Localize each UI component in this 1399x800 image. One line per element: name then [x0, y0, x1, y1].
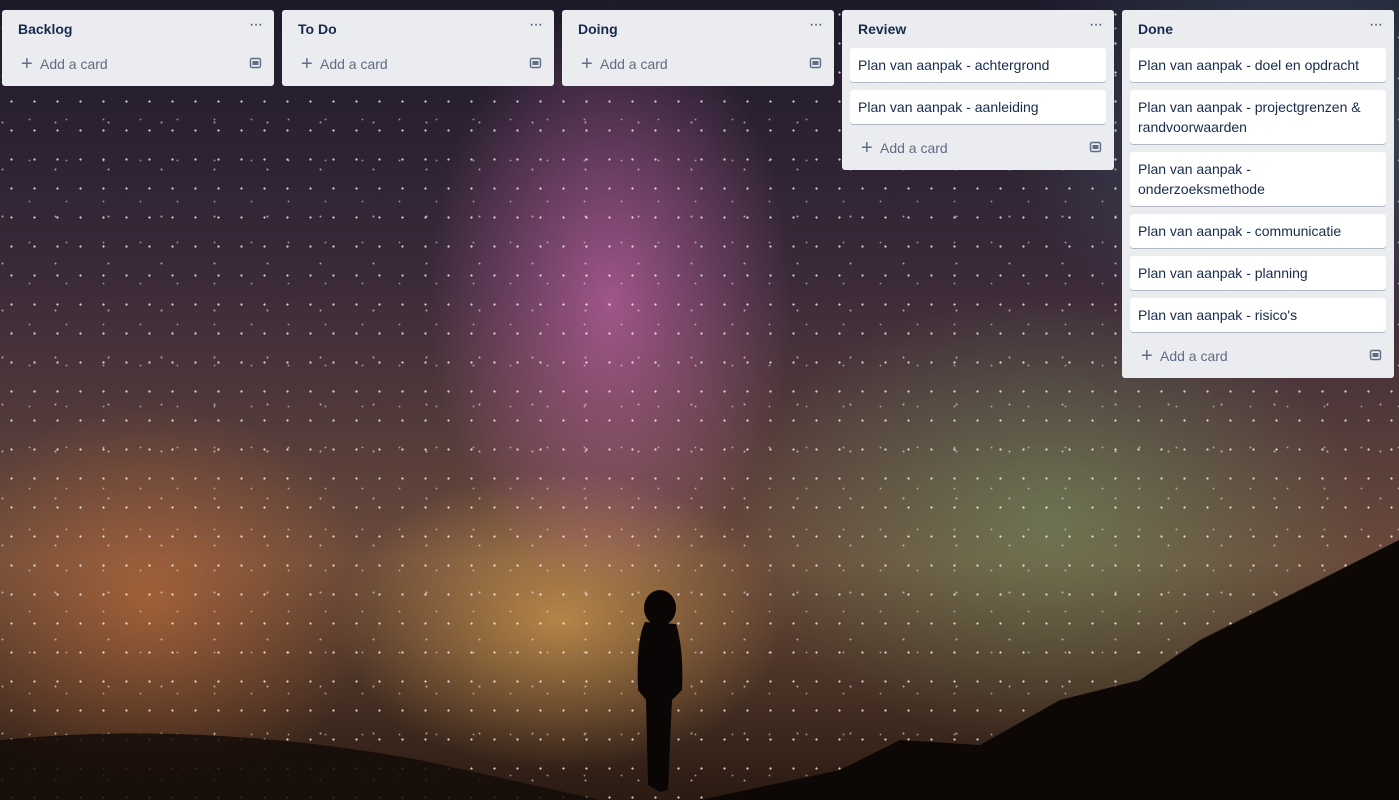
add-card-button[interactable]: + Add a card — [1130, 340, 1386, 378]
list-review: Review ··· Plan van aanpak - achtergrond… — [842, 10, 1114, 170]
list-header: Review ··· — [850, 10, 1106, 48]
card[interactable]: Plan van aanpak - achtergrond — [850, 48, 1106, 82]
list-done: Done ··· Plan van aanpak - doel en opdra… — [1122, 10, 1394, 378]
list-header: Doing ··· — [570, 10, 826, 48]
card[interactable]: Plan van aanpak - doel en opdracht — [1130, 48, 1386, 82]
ellipsis-icon[interactable]: ··· — [1369, 16, 1383, 34]
card-template-icon[interactable] — [528, 56, 542, 70]
add-card-label: Add a card — [600, 56, 668, 72]
card[interactable]: Plan van aanpak - planning — [1130, 256, 1386, 290]
list-title[interactable]: Done — [1138, 21, 1173, 37]
card-template-icon[interactable] — [808, 56, 822, 70]
list-title[interactable]: To Do — [298, 21, 337, 37]
plus-icon: + — [301, 53, 313, 75]
plus-icon: + — [21, 53, 33, 75]
list-header: Done ··· — [1130, 10, 1386, 48]
add-card-button[interactable]: + Add a card — [850, 132, 1106, 170]
list-header: Backlog ··· — [10, 10, 266, 48]
list-header: To Do ··· — [290, 10, 546, 48]
ellipsis-icon[interactable]: ··· — [809, 16, 823, 34]
card[interactable]: Plan van aanpak - risico's — [1130, 298, 1386, 332]
list-to-do: To Do ··· + Add a card — [282, 10, 554, 86]
plus-icon: + — [861, 137, 873, 159]
list-title[interactable]: Review — [858, 21, 906, 37]
ellipsis-icon[interactable]: ··· — [529, 16, 543, 34]
add-card-label: Add a card — [40, 56, 108, 72]
list-title[interactable]: Doing — [578, 21, 618, 37]
ellipsis-icon[interactable]: ··· — [249, 16, 263, 34]
card-template-icon[interactable] — [1368, 348, 1382, 362]
add-card-button[interactable]: + Add a card — [570, 48, 826, 86]
add-card-label: Add a card — [320, 56, 388, 72]
board-canvas: Backlog ··· + Add a card To Do ··· + Add… — [0, 0, 1399, 800]
card-template-icon[interactable] — [1088, 140, 1102, 154]
plus-icon: + — [1141, 345, 1153, 367]
card-template-icon[interactable] — [248, 56, 262, 70]
card[interactable]: Plan van aanpak - onderzoeksmethode — [1130, 152, 1386, 206]
ellipsis-icon[interactable]: ··· — [1089, 16, 1103, 34]
list-backlog: Backlog ··· + Add a card — [2, 10, 274, 86]
add-card-button[interactable]: + Add a card — [10, 48, 266, 86]
card[interactable]: Plan van aanpak - projectgrenzen & randv… — [1130, 90, 1386, 144]
add-card-button[interactable]: + Add a card — [290, 48, 546, 86]
add-card-label: Add a card — [880, 140, 948, 156]
card[interactable]: Plan van aanpak - aanleiding — [850, 90, 1106, 124]
list-title[interactable]: Backlog — [18, 21, 72, 37]
add-card-label: Add a card — [1160, 348, 1228, 364]
list-doing: Doing ··· + Add a card — [562, 10, 834, 86]
plus-icon: + — [581, 53, 593, 75]
card[interactable]: Plan van aanpak - communicatie — [1130, 214, 1386, 248]
